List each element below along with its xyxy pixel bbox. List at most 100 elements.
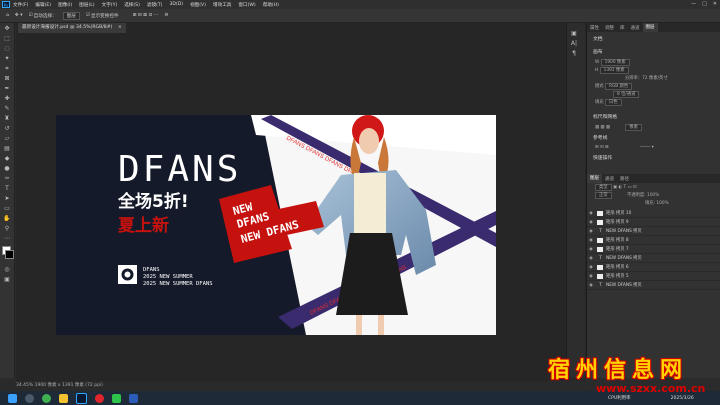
lasso-icon[interactable]: ◌ (2, 44, 12, 53)
chrome-icon[interactable] (42, 393, 51, 403)
visibility-eye-icon[interactable]: ◉ (587, 274, 595, 279)
color-swatches[interactable] (2, 246, 14, 262)
layer-row[interactable]: ◉ 矩形 拷贝 6 (587, 263, 720, 272)
eraser-icon[interactable]: ▱ (2, 134, 12, 143)
quick-actions-section[interactable]: 快速操作 (587, 151, 720, 164)
document-tab[interactable]: 最新设计海报设计.psd @ 34.5%(RGB/8#) × (18, 23, 126, 33)
menu-select[interactable]: 选择(S) (124, 2, 140, 8)
zoom-icon[interactable]: ⚲ (2, 224, 12, 233)
visibility-eye-icon[interactable]: ◉ (587, 238, 595, 243)
maximize-icon[interactable]: □ (702, 1, 707, 7)
layer-row[interactable]: ◉ T NEW DFANS 拷贝 (587, 281, 720, 290)
tab-properties[interactable]: 属性 (587, 25, 602, 31)
menu-3d[interactable]: 3D(D) (169, 2, 183, 7)
tab-layers[interactable]: 图层 (642, 23, 658, 32)
file-explorer-icon[interactable] (59, 393, 68, 403)
home-icon[interactable]: ⌂ (6, 13, 9, 18)
height-field[interactable]: 1391 像素 (599, 67, 629, 74)
marquee-icon[interactable]: ⬚ (2, 34, 12, 43)
guide-line-style[interactable]: ──── ▾ (640, 145, 654, 150)
grid-section[interactable]: 标尺和网格 (587, 110, 720, 123)
tab-channels[interactable]: 通道 (628, 25, 643, 31)
tab-channels-panel[interactable]: 通道 (602, 176, 617, 182)
visibility-eye-icon[interactable]: ◉ (587, 229, 595, 234)
menu-image[interactable]: 图像(I) (58, 2, 72, 8)
search-icon[interactable] (25, 393, 34, 403)
quick-mask-icon[interactable]: ◎ (2, 265, 12, 274)
width-field[interactable]: 1900 像素 (600, 59, 630, 66)
menu-type[interactable]: 文字(Y) (102, 2, 118, 8)
frame-icon[interactable]: ⊠ (2, 74, 12, 83)
healing-icon[interactable]: ✚ (2, 94, 12, 103)
move-icon[interactable]: ✥ (2, 24, 12, 33)
stamp-icon[interactable]: ♜ (2, 114, 12, 123)
tab-libraries[interactable]: 库 (617, 25, 628, 31)
menu-plugins[interactable]: 增效工具 (213, 2, 231, 8)
layer-row[interactable]: ◉ 矩形 拷贝 9 (587, 218, 720, 227)
tab-paths-panel[interactable]: 路径 (617, 176, 632, 182)
visibility-eye-icon[interactable]: ◉ (587, 220, 595, 225)
magic-wand-icon[interactable]: ✦ (2, 54, 12, 63)
transform-checkbox[interactable]: ☑ (86, 13, 90, 18)
menu-layer[interactable]: 图层(L) (79, 2, 94, 8)
background-color[interactable] (5, 250, 14, 259)
eyedropper-icon[interactable]: ✒ (2, 84, 12, 93)
opacity-field[interactable]: 不透明度: 100% (627, 193, 659, 198)
layer-row[interactable]: ◉ 矩形 拷贝 7 (587, 245, 720, 254)
close-tab-icon[interactable]: × (118, 25, 122, 30)
brush-icon[interactable]: ✎ (2, 104, 12, 113)
mode-select[interactable]: RGB 颜色 (604, 83, 633, 90)
blur-icon[interactable]: ◆ (2, 154, 12, 163)
move-tool-icon[interactable]: ✥ ▾ (15, 13, 23, 18)
layer-row[interactable]: ◉ 矩形 拷贝 5 (587, 272, 720, 281)
blend-mode-select[interactable]: 正常 (595, 192, 612, 199)
group-select[interactable]: 图层 (62, 11, 80, 20)
depth-select[interactable]: 8 位/通道 (613, 91, 640, 98)
fill-opacity-field[interactable]: 填充: 100% (645, 201, 669, 206)
layer-row[interactable]: ◉ 矩形 拷贝 10 (587, 209, 720, 218)
paragraph-icon[interactable]: ¶ (569, 49, 579, 58)
history-brush-icon[interactable]: ↺ (2, 124, 12, 133)
shape-icon[interactable]: ▭ (2, 204, 12, 213)
layer-row[interactable]: ◉ T NEW DFANS 拷贝 (587, 227, 720, 236)
character-icon[interactable]: A| (569, 39, 579, 48)
menu-filter[interactable]: 滤镜(T) (147, 2, 163, 8)
grid-unit-select[interactable]: 像素 (625, 124, 642, 131)
kind-select[interactable]: 类型 (595, 184, 612, 191)
visibility-eye-icon[interactable]: ◉ (587, 265, 595, 270)
gradient-icon[interactable]: ▤ (2, 144, 12, 153)
start-icon[interactable] (8, 393, 17, 403)
visibility-eye-icon[interactable]: ◉ (587, 283, 595, 288)
crop-icon[interactable]: ⌗ (2, 64, 12, 73)
word-icon[interactable] (129, 393, 138, 403)
pen-icon[interactable]: ✑ (2, 174, 12, 183)
tab-layers-panel[interactable]: 图层 (587, 174, 602, 183)
menu-file[interactable]: 文件(F) (13, 2, 28, 8)
path-select-icon[interactable]: ➤ (2, 194, 12, 203)
photoshop-taskbar-icon[interactable] (76, 392, 87, 404)
netease-icon[interactable] (95, 393, 104, 403)
tab-adjustments[interactable]: 调整 (602, 25, 617, 31)
poster-canvas[interactable]: DFANS DFANS DFANS DFANS DFANS DFANS DFAN… (56, 115, 496, 335)
wechat-icon[interactable] (112, 393, 121, 403)
more-tools-icon[interactable]: ⋯ (2, 234, 12, 243)
menu-help[interactable]: 帮助(H) (263, 2, 279, 8)
history-icon[interactable]: ▣ (569, 29, 579, 38)
visibility-eye-icon[interactable]: ◉ (587, 247, 595, 252)
fill-select[interactable]: 白色 (604, 99, 622, 106)
layer-row[interactable]: ◉ T NEW DFANS 拷贝 (587, 254, 720, 263)
canvas-section[interactable]: 画布 (587, 45, 720, 58)
dodge-icon[interactable]: ● (2, 164, 12, 173)
menu-view[interactable]: 视图(V) (190, 2, 206, 8)
layer-row[interactable]: ◉ 矩形 拷贝 8 (587, 236, 720, 245)
type-icon[interactable]: T (2, 184, 12, 193)
menu-edit[interactable]: 编辑(E) (35, 2, 51, 8)
visibility-eye-icon[interactable]: ◉ (587, 256, 595, 261)
guides-section[interactable]: 参考线 (587, 131, 720, 144)
align-icons[interactable]: ⊞ ⊟ ⊠ ⊡ ⋯ (133, 13, 159, 18)
hand-icon[interactable]: ✋ (2, 214, 12, 223)
auto-select-checkbox[interactable]: ☑ (29, 13, 33, 18)
close-icon[interactable]: ✕ (713, 1, 717, 7)
menu-window[interactable]: 窗口(W) (238, 2, 255, 8)
minimize-icon[interactable]: — (691, 1, 696, 7)
